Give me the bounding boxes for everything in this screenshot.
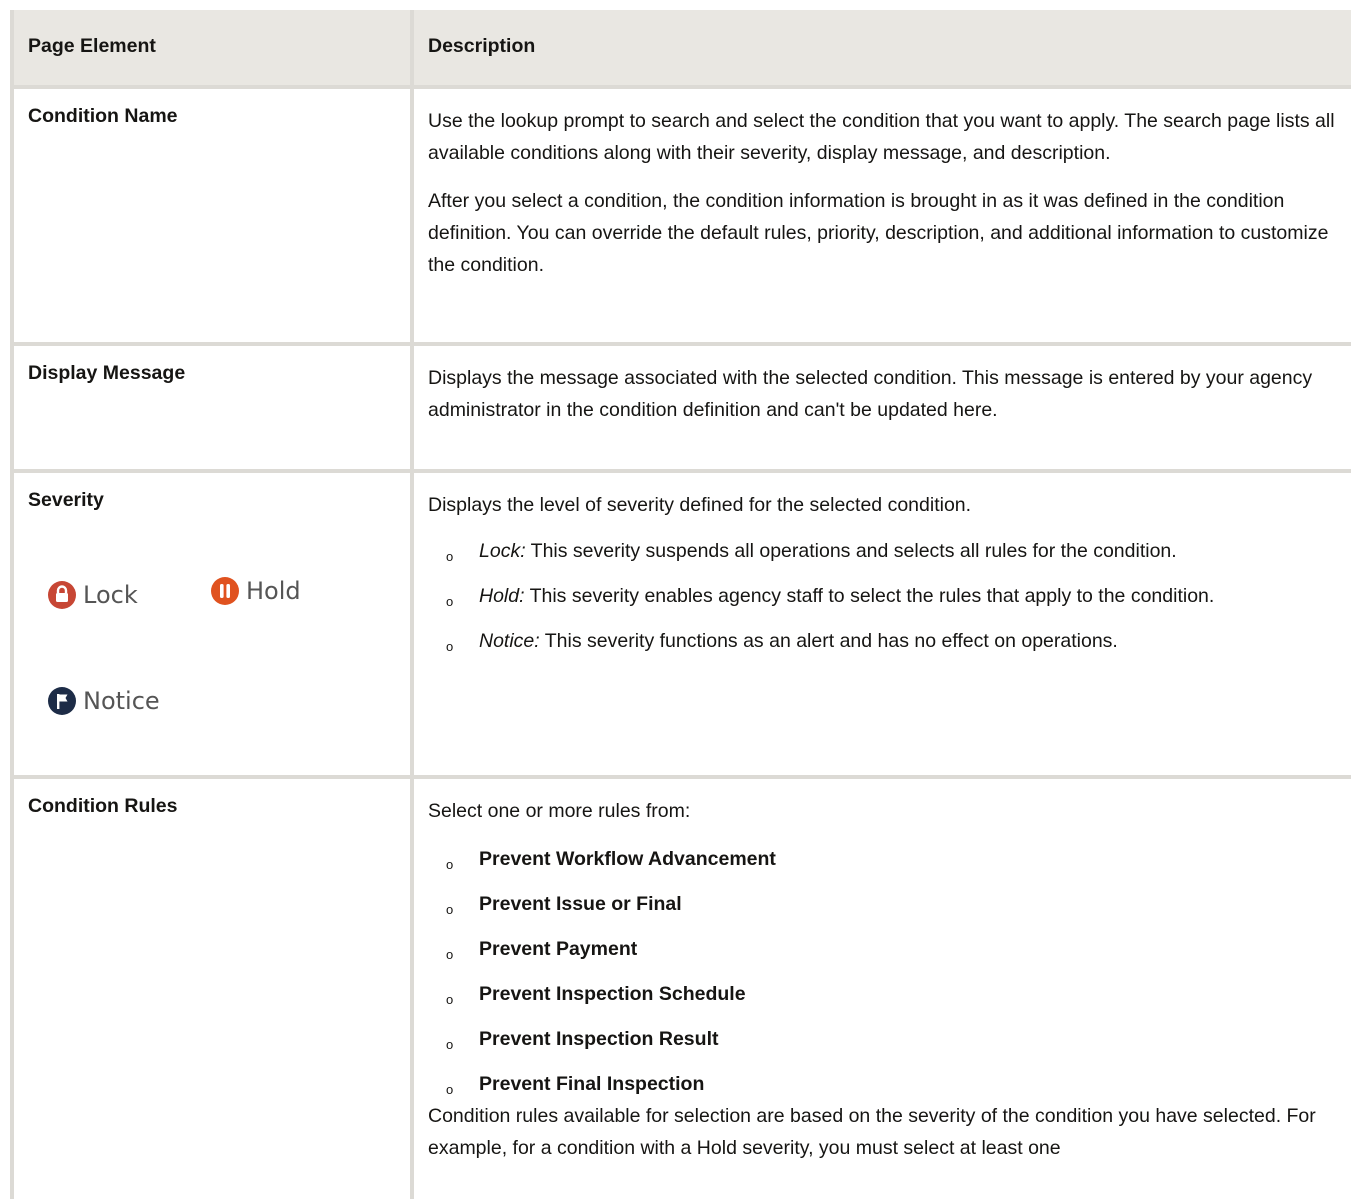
paragraph: Displays the level of severity defined f… bbox=[428, 494, 972, 516]
table-row: Condition Name Use the lookup prompt to … bbox=[14, 89, 1351, 346]
row-label: Severity Lock Hold Notice bbox=[14, 473, 414, 775]
table-row: Display Message Displays the message ass… bbox=[14, 346, 1351, 473]
table-header-row: Page Element Description bbox=[14, 10, 1351, 89]
header-description: Description bbox=[428, 35, 536, 57]
paragraph: Use the lookup prompt to search and sele… bbox=[428, 110, 1335, 164]
paragraph: Condition rules available for selection … bbox=[428, 1105, 1316, 1159]
rules-list: o Prevent Workflow Advancement o Prevent I… bbox=[428, 843, 1341, 1100]
row-description: Select one or more rules from: o Prevent … bbox=[414, 779, 1351, 1199]
list-item: o Prevent Issue or Final bbox=[446, 893, 682, 917]
row-label: Display Message bbox=[14, 346, 414, 469]
lock-icon bbox=[48, 581, 76, 609]
list-item: o Prevent Payment bbox=[446, 938, 638, 962]
list-item: o Hold: This severity enables agency staf… bbox=[446, 585, 1215, 609]
row-label: Condition Rules bbox=[14, 779, 414, 1199]
severity-notice: Notice bbox=[47, 686, 160, 716]
list-item: o Prevent Final Inspection bbox=[446, 1073, 705, 1097]
list-item: o Lock: This severity suspends all operat… bbox=[446, 540, 1177, 564]
paragraph: Select one or more rules from: bbox=[428, 800, 691, 822]
list-item: o Prevent Inspection Schedule bbox=[446, 983, 746, 1007]
paragraph: After you select a condition, the condit… bbox=[428, 190, 1329, 276]
row-description: Use the lookup prompt to search and sele… bbox=[414, 89, 1351, 342]
header-page-element: Page Element bbox=[14, 10, 414, 85]
list-item: o Notice: This severity functions as an a… bbox=[446, 630, 1118, 654]
pause-icon bbox=[211, 577, 239, 605]
flag-icon bbox=[48, 687, 76, 715]
severity-list: o Lock: This severity suspends all operat… bbox=[428, 535, 1341, 657]
paragraph: Displays the message associated with the… bbox=[428, 367, 1313, 421]
list-item: o Prevent Inspection Result bbox=[446, 1028, 719, 1052]
row-label: Condition Name bbox=[14, 89, 414, 342]
severity-hold: Hold bbox=[210, 576, 301, 606]
severity-icons: Lock Hold Notice bbox=[28, 512, 396, 715]
severity-lock: Lock bbox=[47, 580, 138, 610]
page-elements-table: Page Element Description Condition Name … bbox=[10, 10, 1351, 1199]
table-row: Severity Lock Hold Notice Displays the l… bbox=[14, 473, 1351, 779]
list-item: o Prevent Workflow Advancement bbox=[446, 848, 776, 872]
row-description: Displays the level of severity defined f… bbox=[414, 473, 1351, 775]
table-row: Condition Rules Select one or more rules… bbox=[14, 779, 1351, 1199]
row-description: Displays the message associated with the… bbox=[414, 346, 1351, 469]
